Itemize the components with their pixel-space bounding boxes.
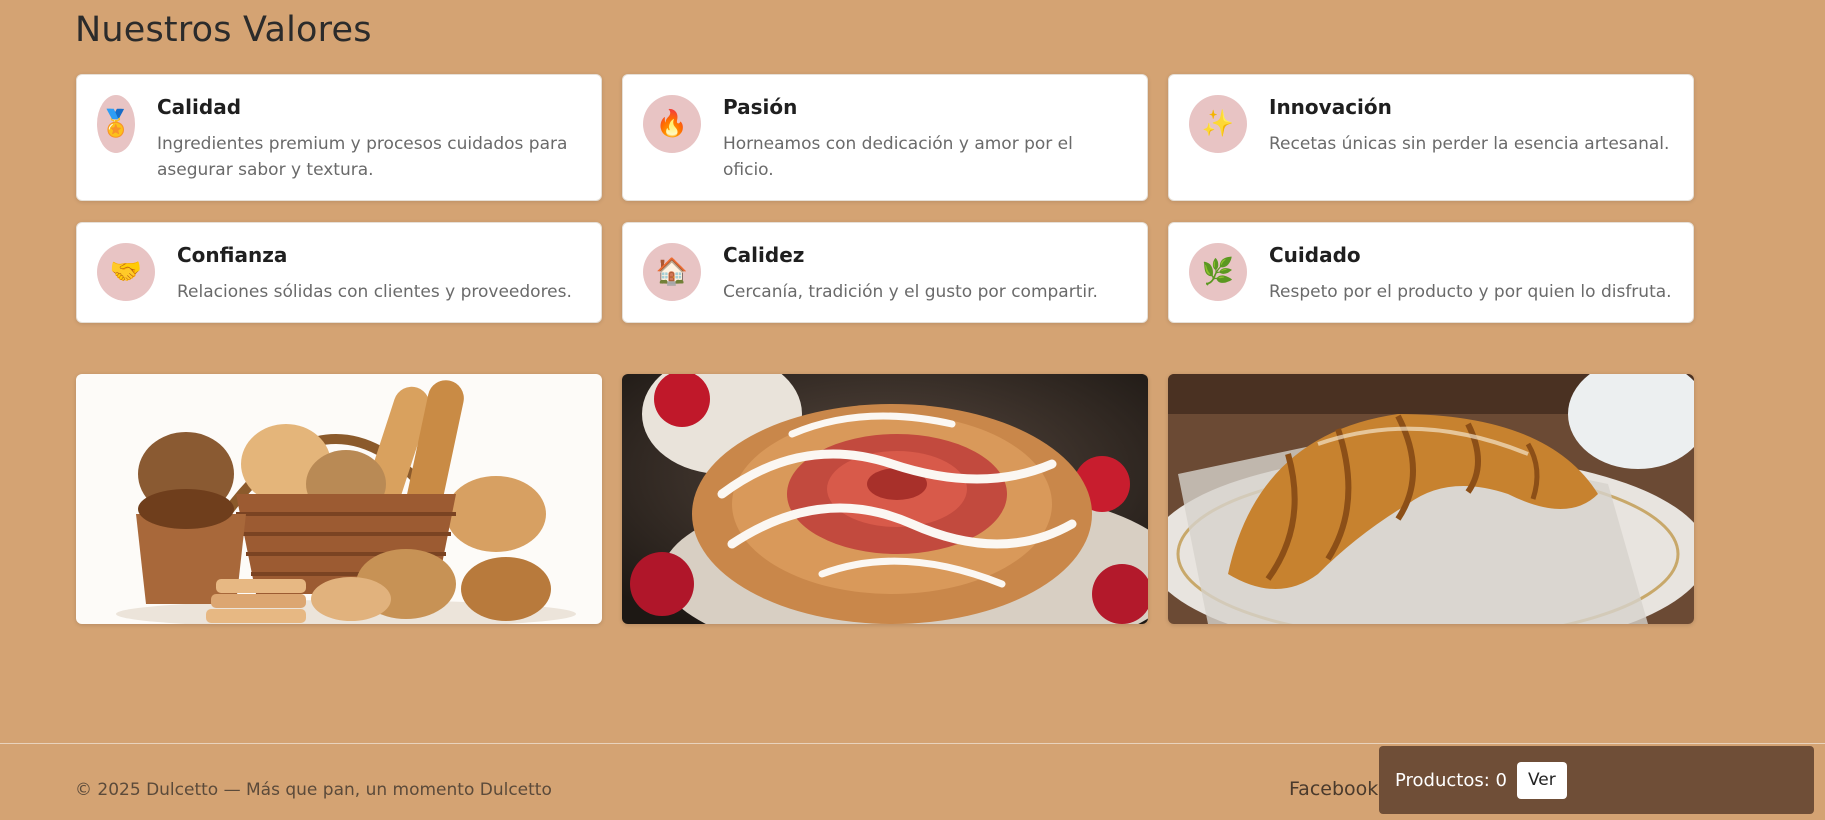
value-title: Innovación bbox=[1269, 95, 1392, 119]
value-text: Horneamos con dedicación y amor por el o… bbox=[723, 134, 1073, 180]
value-title: Pasión bbox=[723, 95, 798, 119]
value-text: Relaciones sólidas con clientes y provee… bbox=[177, 282, 572, 302]
value-title: Calidad bbox=[157, 95, 242, 119]
value-title: Cuidado bbox=[1269, 243, 1361, 267]
value-card-calidez: 🏠 Calidez Cercanía, tradición y el gusto… bbox=[622, 222, 1148, 323]
sparkles-icon: ✨ bbox=[1189, 95, 1247, 153]
view-cart-button[interactable]: Ver bbox=[1516, 761, 1567, 799]
footer-divider bbox=[0, 743, 1825, 744]
value-text: Respeto por el producto y por quien lo d… bbox=[1269, 282, 1672, 302]
value-title: Confianza bbox=[177, 243, 288, 267]
section-title: Nuestros Valores bbox=[75, 10, 372, 50]
value-card-innovacion: ✨ Innovación Recetas únicas sin perder l… bbox=[1168, 74, 1694, 201]
value-card-calidad: 🏅 Calidad Ingredientes premium y proceso… bbox=[76, 74, 602, 201]
bread-basket-image bbox=[76, 374, 602, 624]
fire-icon: 🔥 bbox=[643, 95, 701, 153]
herb-icon: 🌿 bbox=[1189, 243, 1247, 301]
value-text: Ingredientes premium y procesos cuidados… bbox=[157, 134, 568, 180]
page: Nuestros Valores 🏅 Calidad Ingredientes … bbox=[0, 0, 1825, 820]
cart-count-label: Productos: 0 bbox=[1395, 769, 1507, 791]
cinnamon-roll-image bbox=[622, 374, 1148, 624]
croissant-image bbox=[1168, 374, 1694, 624]
value-title: Calidez bbox=[723, 243, 805, 267]
value-text: Cercanía, tradición y el gusto por compa… bbox=[723, 282, 1098, 302]
cart-bar: Productos: 0 Ver bbox=[1379, 746, 1814, 814]
value-card-pasion: 🔥 Pasión Horneamos con dedicación y amor… bbox=[622, 74, 1148, 201]
house-icon: 🏠 bbox=[643, 243, 701, 301]
footer-copyright: © 2025 Dulcetto — Más que pan, un moment… bbox=[75, 780, 552, 800]
value-card-confianza: 🤝 Confianza Relaciones sólidas con clien… bbox=[76, 222, 602, 323]
handshake-icon: 🤝 bbox=[97, 243, 155, 301]
medal-icon: 🏅 bbox=[97, 95, 135, 153]
facebook-link[interactable]: Facebook bbox=[1289, 778, 1378, 800]
value-card-cuidado: 🌿 Cuidado Respeto por el producto y por … bbox=[1168, 222, 1694, 323]
value-text: Recetas únicas sin perder la esencia art… bbox=[1269, 134, 1670, 154]
